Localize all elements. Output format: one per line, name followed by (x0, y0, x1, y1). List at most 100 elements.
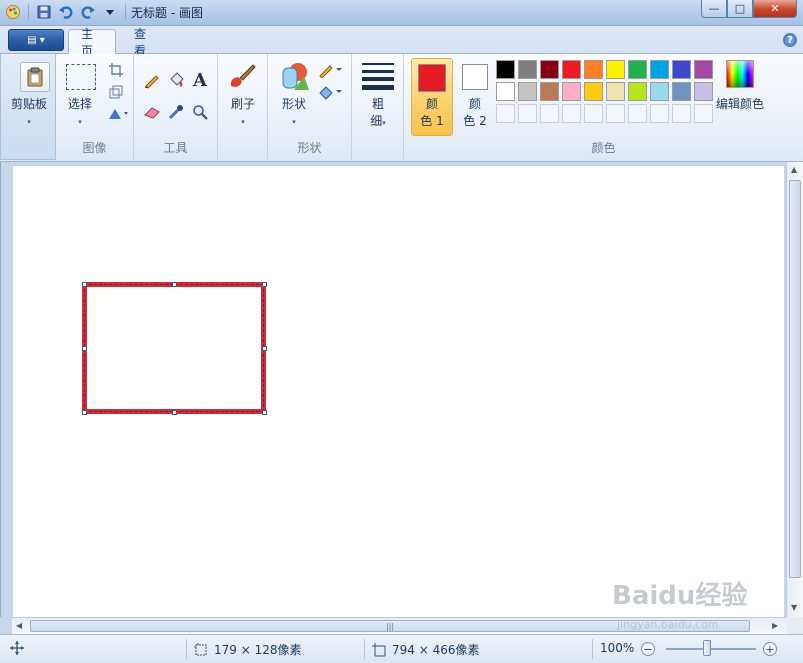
palette-swatch[interactable] (694, 82, 713, 101)
palette-swatch[interactable] (628, 60, 647, 79)
palette-swatch[interactable] (562, 60, 581, 79)
zoom-slider-track[interactable] (666, 648, 756, 650)
zoom-in-button[interactable]: + (763, 642, 777, 656)
eraser-icon[interactable] (142, 102, 162, 122)
status-separator (364, 639, 365, 659)
text-tool-icon[interactable]: A (190, 70, 210, 91)
canvas-size-item: 794 × 466像素 (372, 641, 480, 658)
scroll-right-arrow-icon[interactable]: ▶ (772, 621, 778, 630)
clipboard-group[interactable]: 剪贴板 ▾ (0, 54, 56, 160)
palette-swatch[interactable] (496, 60, 515, 79)
custom-color-slot[interactable] (694, 104, 713, 123)
clipboard-label: 剪贴板 (10, 97, 47, 111)
custom-color-slot[interactable] (606, 104, 625, 123)
resize-handle-top-right[interactable] (262, 282, 267, 287)
resize-handle-bottom[interactable] (172, 410, 177, 415)
size-dropdown-icon: ▾ (382, 119, 386, 127)
palette-swatch[interactable] (606, 82, 625, 101)
minimize-button[interactable]: — (701, 0, 727, 18)
zoom-slider-thumb[interactable] (703, 640, 711, 656)
drawing-canvas[interactable] (13, 166, 784, 617)
tools-group-label: 工具 (163, 141, 188, 155)
save-icon[interactable] (35, 3, 53, 21)
qat-separator (125, 4, 126, 20)
color-picker-icon[interactable] (166, 102, 186, 122)
palette-swatch[interactable] (672, 82, 691, 101)
select-dropdown-icon[interactable]: ▾ (60, 114, 100, 131)
custom-color-slot[interactable] (496, 104, 515, 123)
paint-menu-button[interactable]: ▤ ▾ (8, 29, 64, 51)
outline-pencil-icon[interactable] (318, 60, 344, 80)
close-button[interactable]: ✕ (753, 0, 797, 18)
custom-color-slot[interactable] (628, 104, 647, 123)
palette-swatch[interactable] (606, 60, 625, 79)
resize-icon[interactable] (106, 82, 126, 102)
selection-size-icon (194, 642, 207, 655)
palette-swatch[interactable] (518, 82, 537, 101)
maximize-button[interactable]: □ (727, 0, 753, 18)
custom-color-slot[interactable] (518, 104, 537, 123)
shapes-icon[interactable] (278, 60, 310, 92)
custom-color-slot[interactable] (650, 104, 669, 123)
selection-size-item: 179 × 128像素 (194, 641, 302, 658)
vertical-scroll-thumb[interactable] (789, 180, 801, 578)
paint-app-icon[interactable] (4, 3, 22, 21)
palette-swatch[interactable] (540, 82, 559, 101)
palette-swatch[interactable] (584, 60, 603, 79)
crop-icon[interactable] (106, 60, 126, 80)
resize-handle-bottom-left[interactable] (82, 410, 87, 415)
shapes-dropdown-icon[interactable]: ▾ (276, 114, 312, 131)
select-button[interactable]: 选择 (60, 96, 100, 113)
brushes-group[interactable]: 刷子 ▾ (218, 54, 268, 160)
resize-handle-left[interactable] (82, 346, 87, 351)
window-controls: — □ ✕ (701, 0, 797, 18)
size-group[interactable]: 粗 细▾ (352, 54, 404, 160)
palette-swatch[interactable] (584, 82, 603, 101)
rotate-icon[interactable] (106, 104, 130, 124)
custom-color-slot[interactable] (540, 104, 559, 123)
fill-shape-icon[interactable] (318, 82, 344, 102)
shapes-button[interactable]: 形状 (276, 96, 312, 113)
magnifier-icon[interactable] (190, 102, 210, 122)
help-icon[interactable]: ? (783, 33, 797, 47)
tab-view[interactable]: 查看 (122, 27, 168, 58)
tab-home[interactable]: 主页 (68, 27, 116, 58)
palette-swatch[interactable] (650, 60, 669, 79)
zoom-out-button[interactable]: − (641, 642, 655, 656)
palette-swatch[interactable] (650, 82, 669, 101)
resize-handle-right[interactable] (262, 346, 267, 351)
palette-swatch[interactable] (496, 82, 515, 101)
undo-icon[interactable] (57, 3, 75, 21)
resize-handle-top[interactable] (172, 282, 177, 287)
resize-handle-bottom-right[interactable] (262, 410, 267, 415)
resize-handle-top-left[interactable] (82, 282, 87, 287)
color1-label-line1: 颜 (425, 97, 438, 111)
palette-swatch[interactable] (628, 82, 647, 101)
edit-colors-button[interactable]: 编辑颜色 (714, 96, 766, 113)
palette-swatch[interactable] (672, 60, 691, 79)
edit-colors-icon[interactable] (726, 60, 754, 88)
colors-group: 颜 色 1 颜 色 2 编辑颜色 颜色 (404, 54, 803, 160)
select-rectangle-icon[interactable] (66, 64, 96, 90)
canvas-size-text: 794 × 466像素 (392, 643, 480, 657)
vertical-scrollbar[interactable]: ▲ ▼ (786, 162, 803, 617)
scroll-left-arrow-icon[interactable]: ◀ (16, 621, 22, 630)
palette-swatch[interactable] (562, 82, 581, 101)
scroll-down-arrow-icon[interactable]: ▼ (791, 603, 797, 612)
qat-customize-chevron-icon[interactable] (101, 3, 119, 21)
scrollbar-corner (786, 617, 803, 634)
palette-swatch[interactable] (540, 60, 559, 79)
custom-color-slot[interactable] (584, 104, 603, 123)
ribbon: 剪贴板 ▾ 选择 ▾ 图像 A 工具 刷子 ▾ 形状 ▾ 形状 粗 细▾ 颜 色… (0, 54, 803, 162)
pencil-icon[interactable] (142, 70, 162, 90)
color2-label-line1: 颜 (468, 97, 481, 111)
custom-color-slot[interactable] (672, 104, 691, 123)
color1-label-line2: 色 1 (420, 114, 444, 128)
scroll-up-arrow-icon[interactable]: ▲ (791, 165, 797, 174)
custom-color-slot[interactable] (562, 104, 581, 123)
color2-swatch[interactable] (462, 64, 488, 90)
palette-swatch[interactable] (518, 60, 537, 79)
palette-swatch[interactable] (694, 60, 713, 79)
redo-icon[interactable] (79, 3, 97, 21)
fill-bucket-icon[interactable] (166, 70, 186, 90)
